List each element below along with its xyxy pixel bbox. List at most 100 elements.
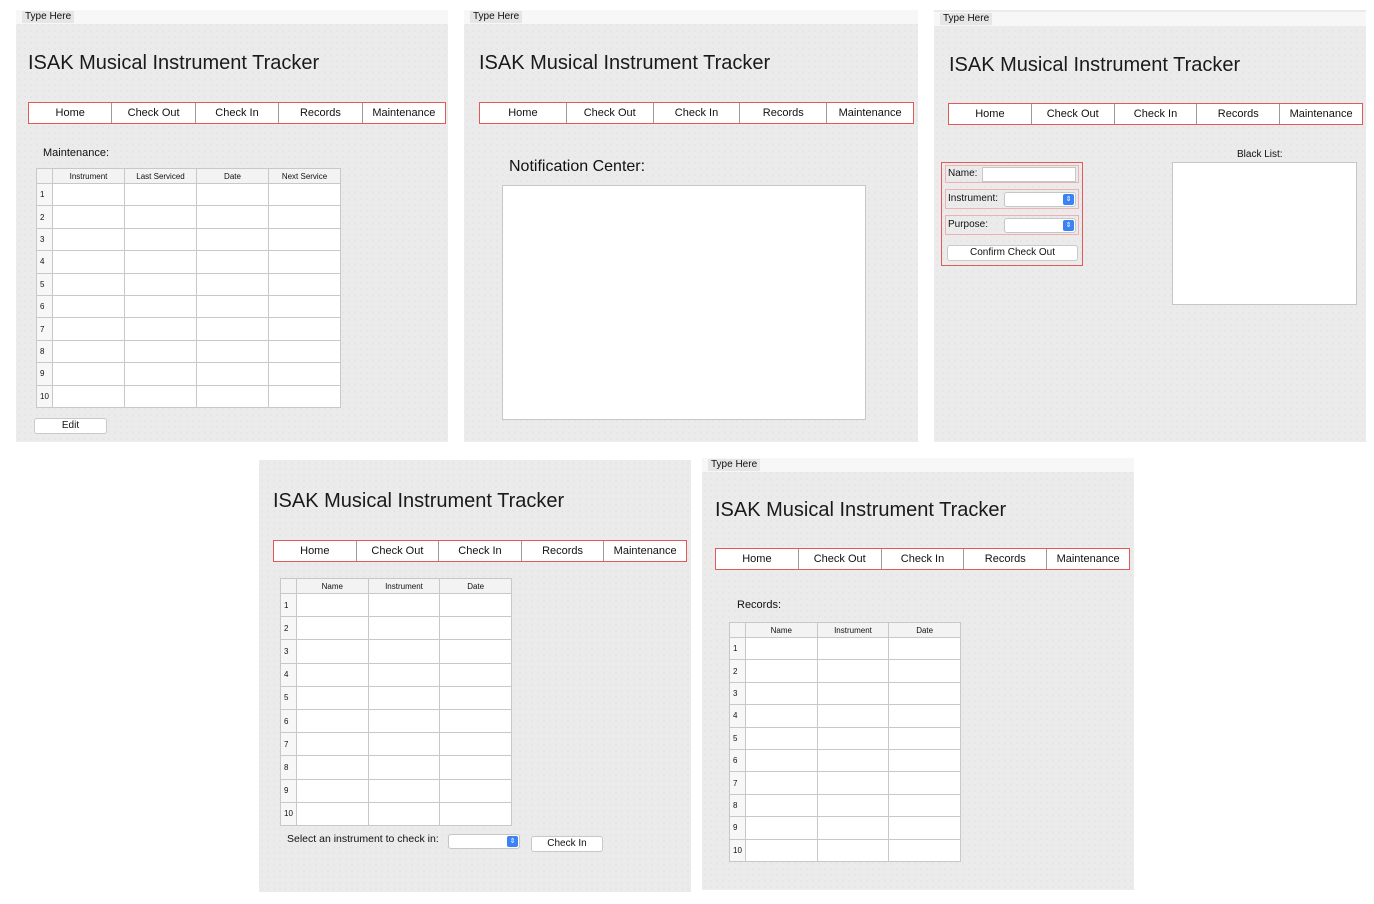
maintenance-table[interactable]: Instrument Last Serviced Date Next Servi… <box>36 168 341 408</box>
tab-check-in[interactable]: Check In <box>654 103 741 123</box>
menu-type-here[interactable]: Type Here <box>940 13 993 25</box>
table-cell[interactable] <box>745 793 818 818</box>
table-cell[interactable] <box>196 384 269 408</box>
table-cell[interactable] <box>888 636 961 661</box>
column-header[interactable]: Instrument <box>816 622 890 638</box>
tab-home[interactable]: Home <box>29 103 113 123</box>
table-cell[interactable] <box>745 816 818 840</box>
table-cell[interactable] <box>268 294 341 319</box>
column-header[interactable]: Date <box>439 578 512 594</box>
black-list-box[interactable] <box>1172 162 1357 305</box>
table-row[interactable]: 1 <box>36 182 341 207</box>
table-row[interactable]: 8 <box>36 339 341 364</box>
tab-home[interactable]: Home <box>949 104 1032 124</box>
tab-check-in[interactable]: Check In <box>882 549 965 569</box>
table-cell[interactable] <box>439 778 512 803</box>
table-cell[interactable] <box>367 685 441 710</box>
table-cell[interactable] <box>439 755 512 780</box>
table-row[interactable]: 3 <box>280 639 512 664</box>
tab-records[interactable]: Records <box>522 541 605 561</box>
check-in-button[interactable]: Check In <box>531 836 603 852</box>
table-cell[interactable] <box>816 793 890 818</box>
table-cell[interactable] <box>196 182 269 207</box>
table-cell[interactable] <box>745 659 818 683</box>
tab-home[interactable]: Home <box>480 103 567 123</box>
tab-check-out[interactable]: Check Out <box>567 103 654 123</box>
table-cell[interactable] <box>745 681 818 706</box>
table-cell[interactable] <box>296 708 369 734</box>
table-cell[interactable] <box>888 793 961 818</box>
table-row[interactable]: 6 <box>729 748 961 773</box>
table-cell[interactable] <box>268 205 341 229</box>
table-cell[interactable] <box>816 838 890 862</box>
table-cell[interactable] <box>296 801 369 826</box>
table-cell[interactable] <box>268 339 341 364</box>
tab-records[interactable]: Records <box>964 549 1048 569</box>
table-row[interactable]: 2 <box>36 205 341 229</box>
table-cell[interactable] <box>124 384 197 408</box>
table-cell[interactable] <box>367 755 441 780</box>
table-cell[interactable] <box>296 778 369 803</box>
table-cell[interactable] <box>367 801 441 826</box>
table-cell[interactable] <box>196 362 269 386</box>
table-cell[interactable] <box>52 250 125 274</box>
table-cell[interactable] <box>268 384 341 408</box>
notification-center-box[interactable] <box>502 185 866 420</box>
tab-records[interactable]: Records <box>279 103 363 123</box>
table-row[interactable]: 6 <box>280 708 512 734</box>
table-cell[interactable] <box>888 726 961 750</box>
table-row[interactable]: 8 <box>729 793 961 818</box>
table-row[interactable]: 1 <box>729 636 961 661</box>
table-row[interactable]: 9 <box>36 362 341 386</box>
table-cell[interactable] <box>367 778 441 803</box>
table-row[interactable]: 5 <box>729 726 961 750</box>
table-row[interactable]: 8 <box>280 755 512 780</box>
table-cell[interactable] <box>268 250 341 274</box>
table-row[interactable]: 3 <box>36 227 341 252</box>
table-cell[interactable] <box>52 182 125 207</box>
column-header[interactable]: Next Service <box>268 168 341 184</box>
table-cell[interactable] <box>816 771 890 795</box>
table-cell[interactable] <box>52 294 125 319</box>
column-header[interactable]: Name <box>745 622 818 638</box>
tab-maintenance[interactable]: Maintenance <box>827 103 913 123</box>
table-cell[interactable] <box>439 732 512 757</box>
table-cell[interactable] <box>888 838 961 862</box>
table-cell[interactable] <box>816 659 890 683</box>
table-cell[interactable] <box>124 362 197 386</box>
table-cell[interactable] <box>296 616 369 641</box>
tab-records[interactable]: Records <box>1197 104 1281 124</box>
table-cell[interactable] <box>816 726 890 750</box>
tab-maintenance[interactable]: Maintenance <box>604 541 686 561</box>
table-cell[interactable] <box>745 748 818 773</box>
table-cell[interactable] <box>367 616 441 641</box>
tab-check-out[interactable]: Check Out <box>112 103 196 123</box>
table-row[interactable]: 7 <box>280 732 512 757</box>
table-row[interactable]: 9 <box>280 778 512 803</box>
table-row[interactable]: 5 <box>280 685 512 710</box>
records-table[interactable]: Name Instrument Date 1 2 3 4 5 6 7 8 9 10 <box>729 622 961 862</box>
table-cell[interactable] <box>124 250 197 274</box>
table-cell[interactable] <box>439 801 512 826</box>
instrument-select[interactable]: ⇕ <box>1004 192 1076 207</box>
table-cell[interactable] <box>124 317 197 341</box>
table-row[interactable]: 3 <box>729 681 961 706</box>
table-cell[interactable] <box>196 294 269 319</box>
table-cell[interactable] <box>888 704 961 728</box>
table-cell[interactable] <box>268 272 341 296</box>
table-cell[interactable] <box>745 726 818 750</box>
checkin-instrument-select[interactable]: ⇕ <box>448 834 520 849</box>
table-cell[interactable] <box>816 816 890 840</box>
table-cell[interactable] <box>52 227 125 252</box>
column-header[interactable]: Instrument <box>52 168 125 184</box>
table-cell[interactable] <box>268 182 341 207</box>
column-header[interactable]: Date <box>888 622 961 638</box>
table-cell[interactable] <box>816 748 890 773</box>
table-cell[interactable] <box>816 704 890 728</box>
table-cell[interactable] <box>296 639 369 664</box>
table-row[interactable]: 9 <box>729 816 961 840</box>
tab-records[interactable]: Records <box>740 103 828 123</box>
table-row[interactable]: 4 <box>36 250 341 274</box>
table-cell[interactable] <box>439 685 512 710</box>
table-cell[interactable] <box>296 732 369 757</box>
